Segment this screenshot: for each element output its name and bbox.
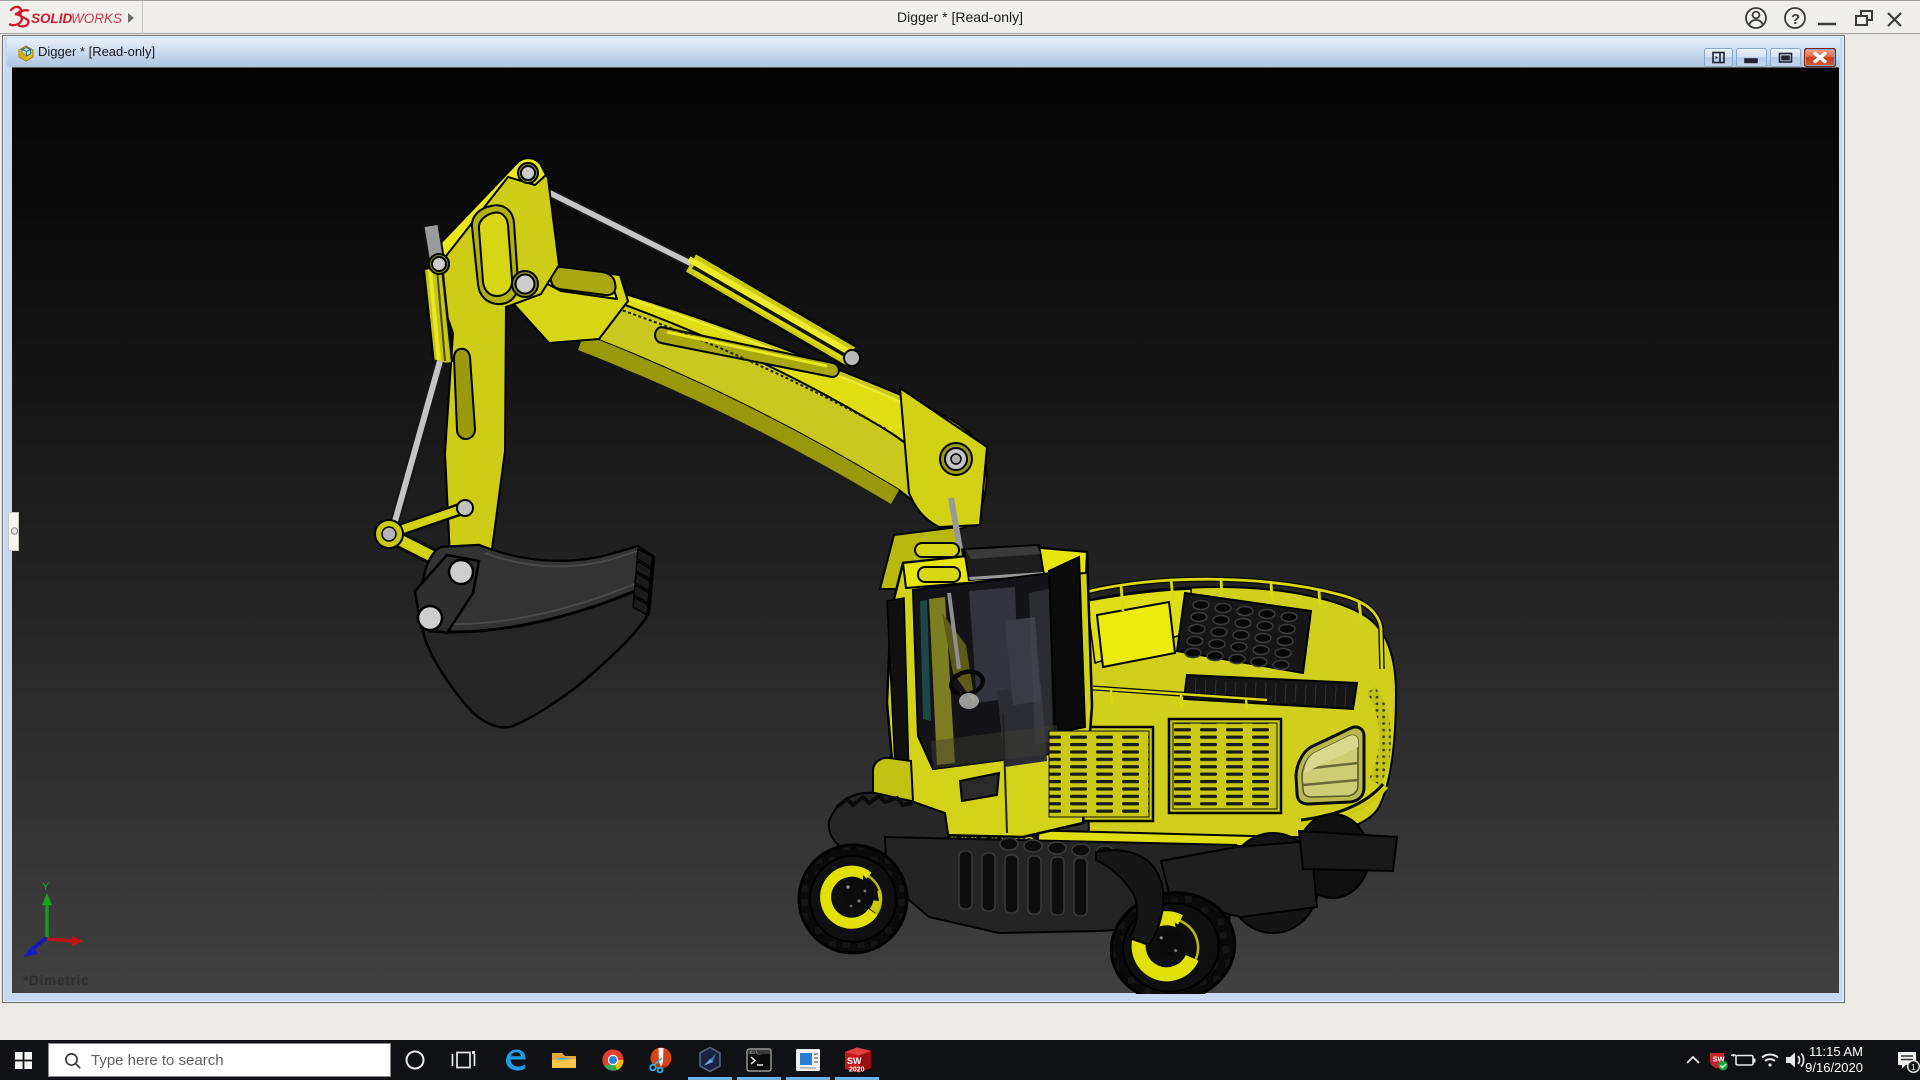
svg-text:C:\_: C:\_	[750, 1050, 761, 1056]
svg-text:WORKS: WORKS	[71, 11, 122, 26]
svg-text:1: 1	[1911, 1062, 1916, 1072]
svg-text:Y: Y	[42, 881, 50, 893]
svg-text:SOLID: SOLID	[31, 11, 73, 26]
svg-text:SW: SW	[847, 1056, 862, 1066]
svg-text:?: ?	[1791, 11, 1800, 28]
svg-text:2020: 2020	[849, 1067, 865, 1074]
